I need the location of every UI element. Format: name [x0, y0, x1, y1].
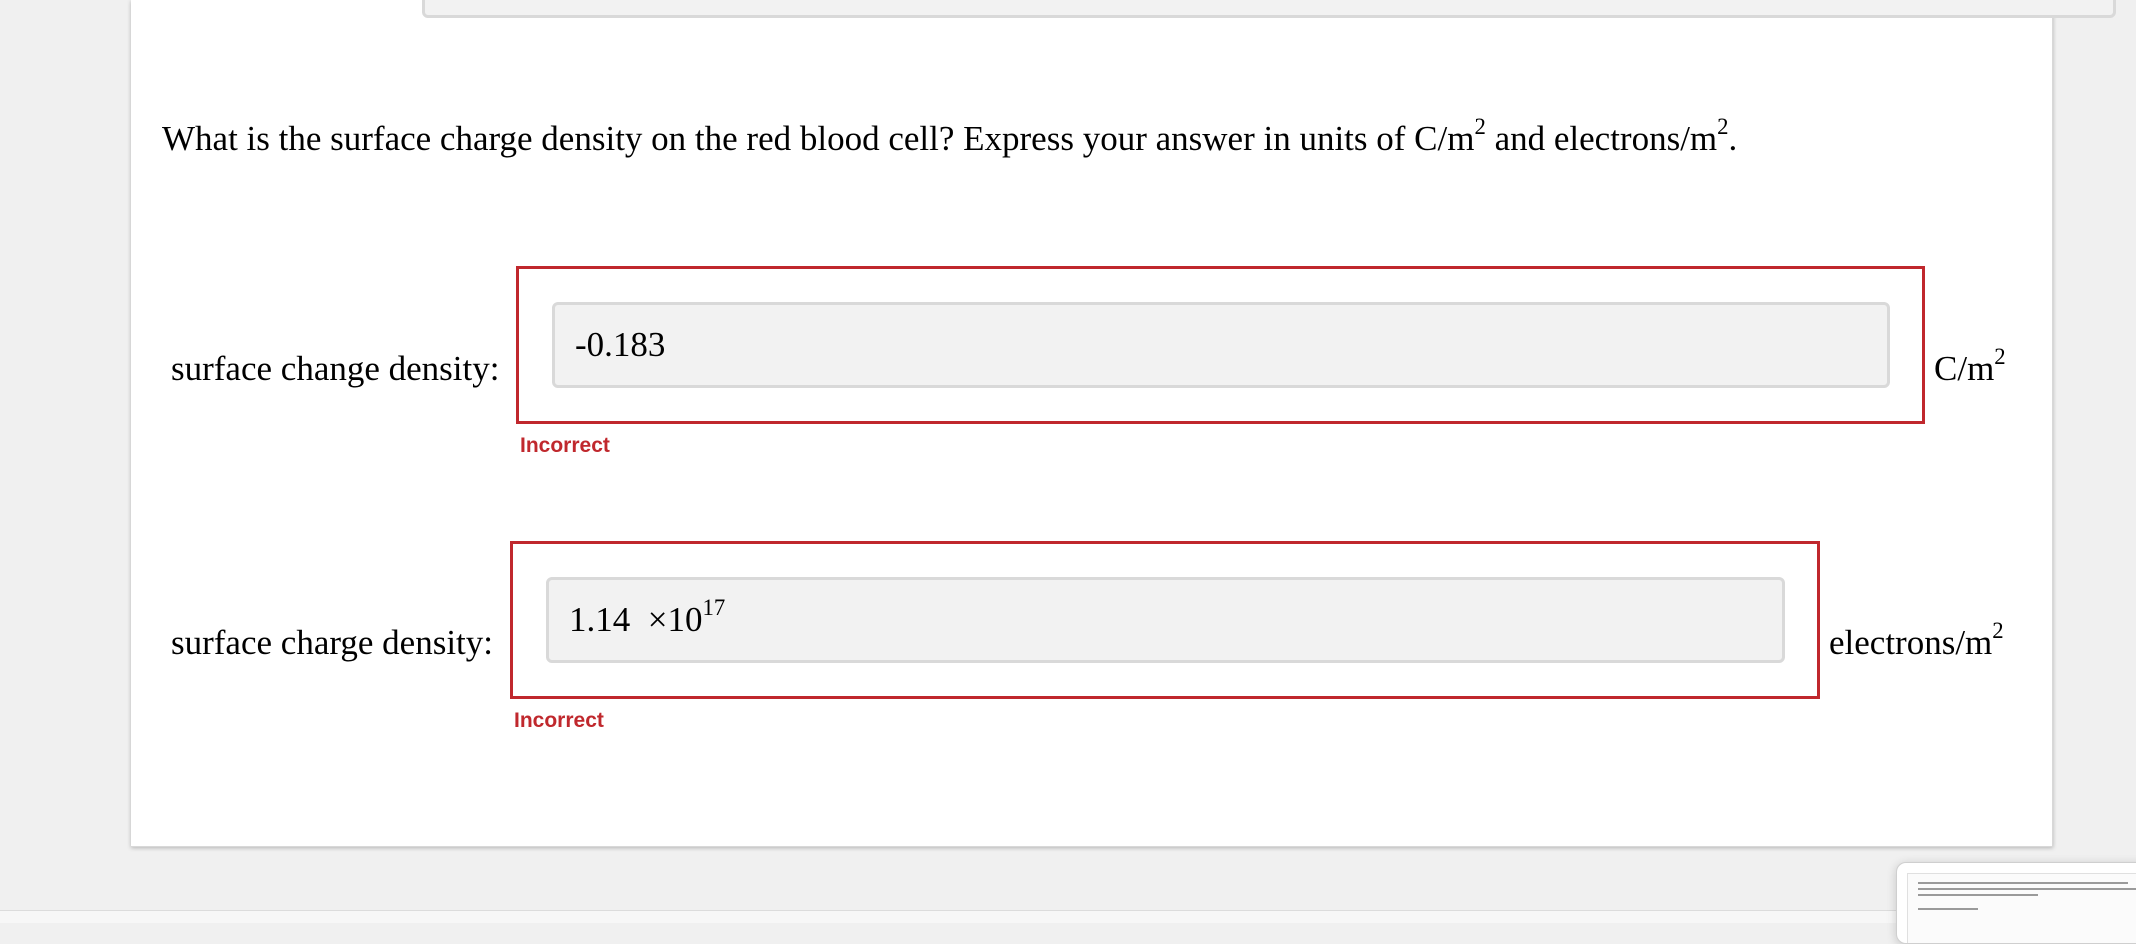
thumbnail-preview	[1907, 873, 2136, 943]
question-text: What is the surface charge density on th…	[162, 114, 1738, 158]
surface-charge-density-electrons-per-m2-input[interactable]: 1.14 ×1017	[546, 577, 1785, 663]
incorrect-status-electrons-per-m2: Incorrect	[514, 709, 604, 732]
thumbnail-text-line	[1918, 882, 2128, 884]
screenshot-thumbnail[interactable]	[1896, 862, 2136, 944]
unit-electrons-per-m2: electrons/m2	[1829, 618, 2004, 662]
previous-answer-field[interactable]	[422, 0, 2116, 18]
field-label-electrons-per-m2: surface charge density:	[171, 623, 493, 662]
surface-charge-density-c-per-m2-input[interactable]: -0.183	[552, 302, 1890, 388]
input-value: -0.183	[575, 325, 666, 364]
input-value: 1.14 ×1017	[569, 595, 726, 639]
unit-c-per-m2: C/m2	[1934, 344, 2006, 388]
thumbnail-text-line	[1918, 888, 2136, 890]
bottom-bar	[0, 910, 2136, 923]
thumbnail-text-line	[1918, 908, 1978, 910]
incorrect-status-c-per-m2: Incorrect	[520, 434, 610, 457]
thumbnail-text-line	[1918, 894, 2038, 896]
field-label-c-per-m2: surface change density:	[171, 349, 500, 388]
